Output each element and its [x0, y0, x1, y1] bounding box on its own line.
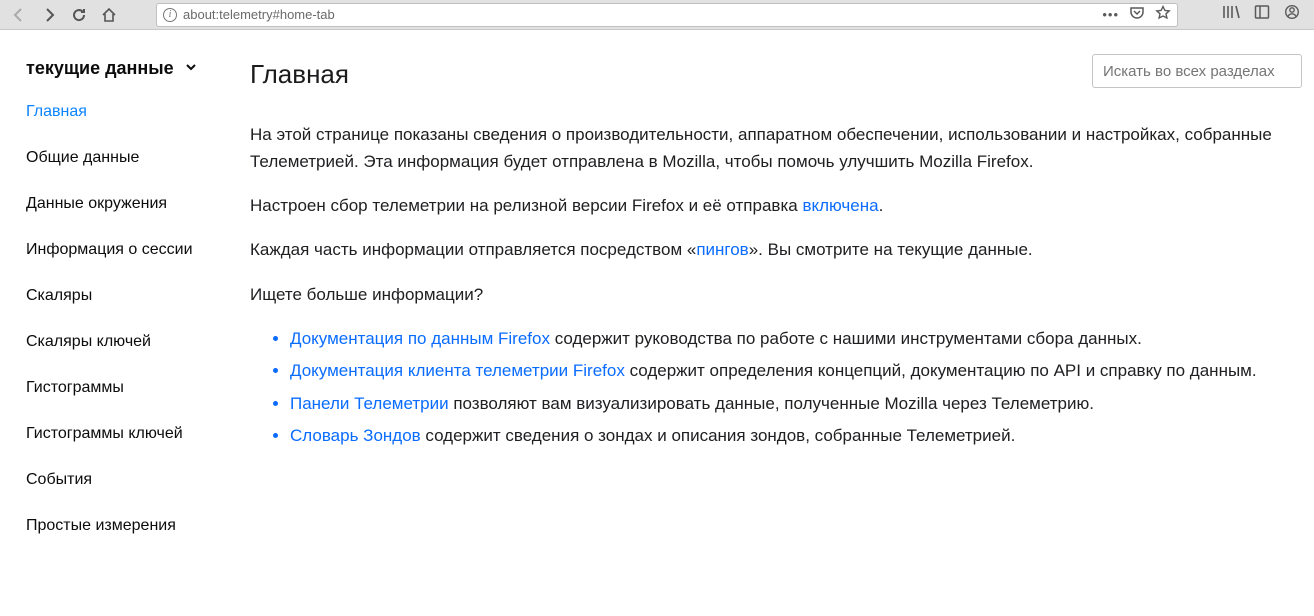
probe-dictionary-link[interactable]: Словарь Зондов	[290, 426, 421, 445]
telemetry-dashboards-link[interactable]: Панели Телеметрии	[290, 394, 449, 413]
toolbar-right-icons	[1222, 4, 1308, 25]
forward-button[interactable]	[36, 3, 62, 27]
upload-status-paragraph: Настроен сбор телеметрии на релизной вер…	[250, 193, 1304, 219]
back-button[interactable]	[6, 3, 32, 27]
sidebar-item-general[interactable]: Общие данные	[26, 149, 230, 167]
sidebar-item-histograms[interactable]: Гистограммы	[26, 379, 230, 397]
search-input[interactable]	[1092, 54, 1302, 88]
url-bar[interactable]: i about:telemetry#home-tab •••	[156, 3, 1178, 27]
page-body: текущие данные Главная Общие данные Данн…	[0, 30, 1314, 616]
url-actions: •••	[1102, 5, 1171, 24]
ellipsis-icon[interactable]: •••	[1102, 7, 1119, 22]
sidebar-item-home[interactable]: Главная	[26, 103, 230, 121]
list-item: Документация по данным Firefox содержит …	[290, 326, 1304, 352]
home-button[interactable]	[96, 3, 122, 27]
content-area: Главная На этой странице показаны сведен…	[230, 30, 1314, 616]
list-item: Панели Телеметрии позволяют вам визуализ…	[290, 391, 1304, 417]
pings-link[interactable]: пингов	[696, 240, 748, 259]
info-icon[interactable]: i	[163, 8, 177, 22]
sidebar-header[interactable]: текущие данные	[26, 58, 230, 79]
pings-paragraph: Каждая часть информации отправляется пос…	[250, 237, 1304, 263]
upload-enabled-link[interactable]: включена	[802, 196, 878, 215]
pocket-icon[interactable]	[1129, 5, 1145, 24]
browser-toolbar: i about:telemetry#home-tab •••	[0, 0, 1314, 30]
sidebar-item-keyed-scalars[interactable]: Скаляры ключей	[26, 333, 230, 351]
bookmark-star-icon[interactable]	[1155, 5, 1171, 24]
sidebar-item-session[interactable]: Информация о сессии	[26, 241, 230, 259]
account-icon[interactable]	[1284, 4, 1300, 25]
list-item: Словарь Зондов содержит сведения о зонда…	[290, 423, 1304, 449]
sidebar-header-label: текущие данные	[26, 58, 174, 79]
intro-paragraph: На этой странице показаны сведения о про…	[250, 122, 1304, 175]
library-icon[interactable]	[1222, 4, 1240, 25]
firefox-data-docs-link[interactable]: Документация по данным Firefox	[290, 329, 550, 348]
reload-button[interactable]	[66, 3, 92, 27]
sidebar-item-scalars[interactable]: Скаляры	[26, 287, 230, 305]
more-info-heading: Ищете больше информации?	[250, 282, 1304, 308]
sidebar: текущие данные Главная Общие данные Данн…	[0, 30, 230, 616]
sidebar-item-events[interactable]: События	[26, 471, 230, 489]
sidebar-item-environment[interactable]: Данные окружения	[26, 195, 230, 213]
chevron-down-icon	[184, 58, 198, 79]
sidebar-item-simple-measurements[interactable]: Простые измерения	[26, 517, 230, 535]
url-text: about:telemetry#home-tab	[183, 7, 335, 22]
sidebar-icon[interactable]	[1254, 4, 1270, 25]
telemetry-client-docs-link[interactable]: Документация клиента телеметрии Firefox	[290, 361, 625, 380]
list-item: Документация клиента телеметрии Firefox …	[290, 358, 1304, 384]
sidebar-item-keyed-histograms[interactable]: Гистограммы ключей	[26, 425, 230, 443]
info-links-list: Документация по данным Firefox содержит …	[290, 326, 1304, 449]
